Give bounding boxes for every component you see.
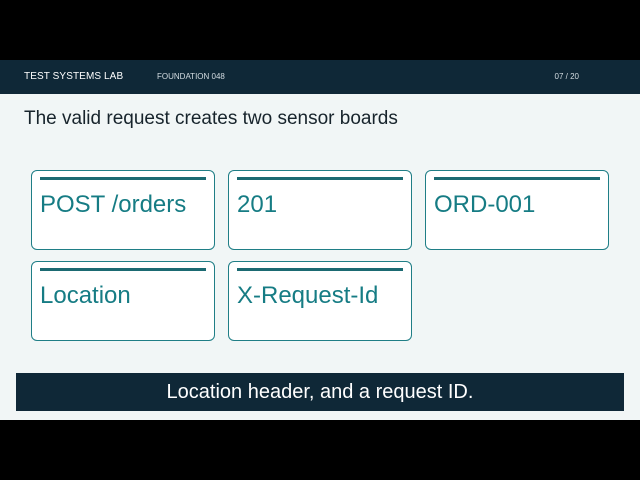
slide-title: The valid request creates two sensor boa…: [24, 108, 398, 129]
slide: TEST SYSTEMS LAB FOUNDATION 048 07 / 20 …: [0, 60, 640, 420]
card-label: X-Request-Id: [237, 282, 379, 309]
section-label: FOUNDATION 048: [157, 72, 225, 81]
card-label: POST /orders: [40, 191, 187, 218]
card-label: Location: [40, 282, 131, 309]
card-label: ORD-001: [434, 191, 536, 218]
card-rule: [434, 177, 600, 180]
page-counter: 07 / 20: [554, 72, 579, 81]
card-status-201: 201: [228, 170, 412, 250]
card-rule: [40, 268, 206, 271]
video-frame: TEST SYSTEMS LAB FOUNDATION 048 07 / 20 …: [0, 0, 640, 480]
card-order-id: ORD-001: [425, 170, 609, 250]
card-location: Location: [31, 261, 215, 341]
card-post-orders: POST /orders: [31, 170, 215, 250]
card-label: 201: [237, 191, 278, 218]
card-rule: [237, 268, 403, 271]
brand-label: TEST SYSTEMS LAB: [24, 71, 124, 82]
card-request-id: X-Request-Id: [228, 261, 412, 341]
card-rule: [237, 177, 403, 180]
subtitle-caption: Location header, and a request ID.: [16, 373, 624, 411]
card-rule: [40, 177, 206, 180]
slide-header: TEST SYSTEMS LAB FOUNDATION 048 07 / 20: [0, 60, 640, 94]
